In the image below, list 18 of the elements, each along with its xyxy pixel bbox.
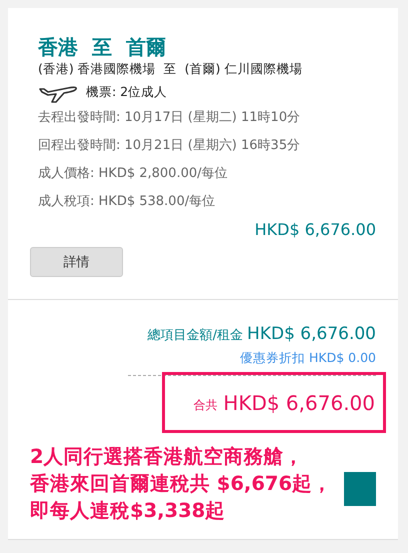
grand-total-price: HKD$ 6,676.00: [223, 390, 375, 414]
coupon-discount: 優惠券折扣 HKD$ 0.00: [240, 350, 376, 367]
detail-text: 去程出發時間: 10月17日 (星期二) 11時10分: [38, 109, 302, 127]
caption-line: 2人同行選搭香港航空商務艙，: [30, 444, 304, 470]
subtotal-price: HKD$ 6,676.00: [254, 220, 376, 239]
trip-title: 香港 至 首爾: [38, 34, 167, 60]
caption-line: 香港來回首爾連稅共 $6,676起，: [30, 471, 332, 497]
total-price: HKD$ 6,676.00: [247, 324, 376, 344]
tickets-text: 機票: 2位成人: [86, 84, 168, 100]
route-text: (香港) 香港國際機場 至 (首爾) 仁川國際機場: [38, 60, 304, 78]
caption-line: 即每人連稅$3,338起: [30, 498, 226, 524]
banner-strip: [344, 472, 376, 506]
details-button[interactable]: 詳情: [30, 247, 123, 277]
detail-text: 回程出發時間: 10月21日 (星期六) 16時35分: [38, 137, 302, 155]
detail-text: 成人價格: HKD$ 2,800.00/每位: [38, 165, 228, 183]
grand-total-label: 合共: [193, 397, 218, 414]
total-label: 總項目金額/租金: [148, 327, 244, 344]
detail-text: 成人稅項: HKD$ 538.00/每位: [38, 193, 216, 211]
